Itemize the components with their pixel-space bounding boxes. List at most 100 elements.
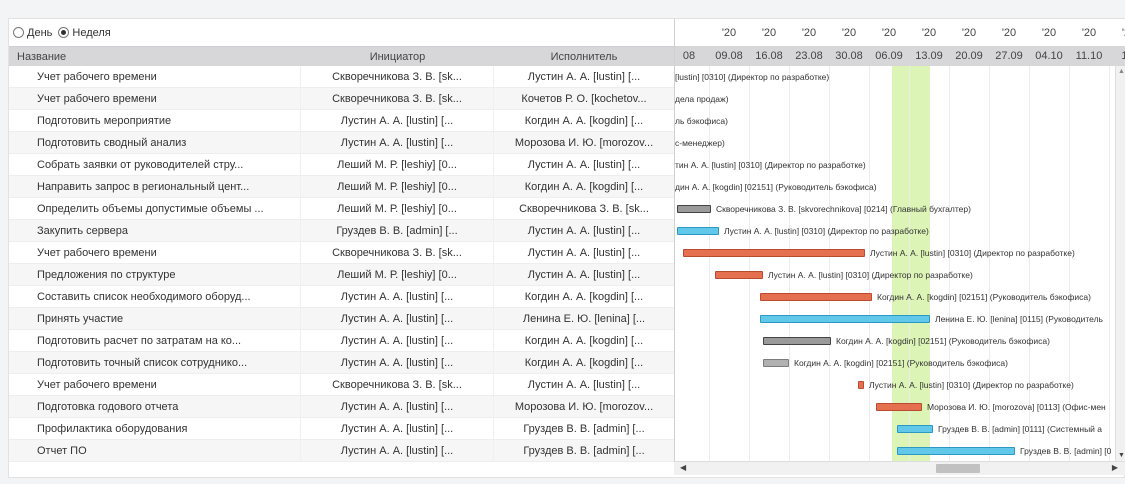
scroll-right-icon[interactable]: ▶: [1112, 463, 1118, 472]
task-name-cell: Принять участие: [9, 308, 301, 329]
scroll-left-icon[interactable]: ◀: [680, 463, 686, 472]
task-executor-cell: Лустин А. А. [lustin] [...: [527, 225, 641, 237]
task-bar[interactable]: [763, 337, 831, 345]
task-bar-label: Лустин А. А. [lustin] [0310] (Директор п…: [724, 226, 929, 236]
task-row[interactable]: Подготовить сводный анализ Лустин А. А. […: [9, 132, 674, 154]
task-executor-cell: Когдин А. А. [kogdin] [...: [524, 291, 644, 303]
task-initiator-cell: Лустин А. А. [lustin] [...: [301, 132, 494, 153]
task-name-cell: Предложения по структуре: [9, 264, 301, 285]
task-name-cell: Подготовка годового отчета: [9, 396, 301, 417]
task-name-cell: Отчет ПО: [9, 440, 301, 461]
column-header-initiator[interactable]: Инициатор: [301, 51, 494, 63]
task-row[interactable]: Предложения по структуре Леший М. Р. [les…: [9, 264, 674, 286]
task-bar-label: Груздев В. В. [admin] [0: [1020, 446, 1112, 456]
timeline-year-label: '20: [961, 27, 977, 39]
scroll-up-icon[interactable]: ▲: [1118, 68, 1125, 75]
task-row[interactable]: Направить запрос в региональный цент... Л…: [9, 176, 674, 198]
task-executor-cell: Скворечникова З. В. [sk...: [519, 203, 649, 215]
task-row[interactable]: Закупить сервера Груздев В. В. [admin] [.…: [9, 220, 674, 242]
timeline-year-label: '20: [921, 27, 937, 39]
radio-day-label: День: [27, 26, 53, 39]
task-row[interactable]: Учет рабочего времени Скворечникова З. В.…: [9, 242, 674, 264]
task-name-cell: Подготовить расчет по затратам на ко...: [9, 330, 301, 351]
scroll-down-icon[interactable]: ▼: [1118, 452, 1125, 459]
horizontal-scrollbar[interactable]: ◀ ▶: [674, 461, 1125, 475]
task-bar[interactable]: [683, 249, 865, 257]
task-name-cell: Собрать заявки от руководителей стру...: [9, 154, 301, 175]
task-row[interactable]: Учет рабочего времени Скворечникова З. В.…: [9, 88, 674, 110]
task-bar-label: Когдин А. А. [kogdin] [02151] (Руководит…: [877, 292, 1091, 302]
task-initiator-cell: Лустин А. А. [lustin] [...: [301, 440, 494, 461]
timeline-week-label: 11.10: [1069, 46, 1109, 66]
task-name-cell: Учет рабочего времени: [9, 66, 301, 87]
task-bar-label: Морозова И. Ю. [morozova] [0113] (Офис-м…: [927, 402, 1106, 412]
timeline-year-label: '20: [881, 27, 897, 39]
gantt-row: [lustin] [0310] (Директор по разработке): [675, 66, 1125, 88]
task-bar[interactable]: [677, 227, 719, 235]
column-header-executor[interactable]: Исполнитель: [494, 51, 674, 63]
gantt-row: ль бэкофиса): [675, 110, 1125, 132]
task-row[interactable]: Подготовка годового отчета Лустин А. А. […: [9, 396, 674, 418]
task-executor-cell: Груздев В. В. [admin] [...: [523, 423, 645, 435]
radio-day-indicator[interactable]: [13, 27, 24, 38]
timeline-scale: 08 '20 09.08 '20 16.08 '20 23.08 '20 30.08 '20 06.…: [675, 19, 1125, 66]
task-row[interactable]: Учет рабочего времени Скворечникова З. В.…: [9, 66, 674, 88]
timeline-week-label: 06.09: [869, 46, 909, 66]
timeline-year-label: '20: [1081, 27, 1097, 39]
task-executor-cell: Когдин А. А. [kogdin] [...: [524, 181, 644, 193]
task-initiator-cell: Леший М. Р. [leshiy] [0...: [301, 198, 494, 219]
task-bar[interactable]: [715, 271, 763, 279]
task-bar[interactable]: [897, 425, 933, 433]
task-bar[interactable]: [760, 293, 872, 301]
task-row[interactable]: Подготовить мероприятие Лустин А. А. [lus…: [9, 110, 674, 132]
task-executor-cell: Ленина Е. Ю. [lenina] [...: [522, 313, 646, 325]
gantt-app: День Неделя Название Инициатор Исполните…: [8, 18, 1125, 478]
timeline-year-label: '20: [1001, 27, 1017, 39]
task-executor-cell: Морозова И. Ю. [morozov...: [514, 137, 654, 149]
radio-week[interactable]: Неделя: [58, 27, 111, 39]
task-name-cell: Закупить сервера: [9, 220, 301, 241]
gantt-row: тин А. А. [lustin] [0310] (Директор по р…: [675, 154, 1125, 176]
task-bar[interactable]: [858, 381, 864, 389]
task-row[interactable]: Подготовить точный список сотруднико... Л…: [9, 352, 674, 374]
timeline-week-label: 16.08: [749, 46, 789, 66]
timeline-week-label: 23.08: [789, 46, 829, 66]
grid-rows: Учет рабочего времени Скворечникова З. В.…: [9, 66, 674, 462]
timeline-week-label: 30.08: [829, 46, 869, 66]
task-executor-cell: Лустин А. А. [lustin] [...: [527, 269, 641, 281]
task-row[interactable]: Собрать заявки от руководителей стру... Л…: [9, 154, 674, 176]
task-row[interactable]: Определить объемы допустимые объемы ... Л…: [9, 198, 674, 220]
task-executor-cell: Морозова И. Ю. [morozov...: [514, 401, 654, 413]
task-name-cell: Составить список необходимого оборуд...: [9, 286, 301, 307]
task-bar-label: Лустин А. А. [lustin] [0310] (Директор п…: [869, 380, 1074, 390]
task-bar-label: [lustin] [0310] (Директор по разработке): [675, 72, 830, 82]
timeline-year-label: '20: [1121, 27, 1125, 39]
vertical-scrollbar[interactable]: ▲ ▼: [1115, 66, 1125, 461]
task-bar[interactable]: [760, 315, 930, 323]
column-header-name[interactable]: Название: [9, 51, 301, 63]
grid-header: Название Инициатор Исполнитель: [9, 46, 674, 66]
horizontal-scroll-thumb[interactable]: [936, 464, 980, 473]
task-row[interactable]: Принять участие Лустин А. А. [lustin] [..…: [9, 308, 674, 330]
task-initiator-cell: Лустин А. А. [lustin] [...: [301, 418, 494, 439]
task-bar[interactable]: [763, 359, 789, 367]
task-row[interactable]: Учет рабочего времени Скворечникова З. В.…: [9, 374, 674, 396]
timeline-year-label: '20: [1041, 27, 1057, 39]
task-bar[interactable]: [897, 447, 1015, 455]
task-bar-label: тин А. А. [lustin] [0310] (Директор по р…: [675, 160, 866, 170]
task-name-cell: Определить объемы допустимые объемы ...: [9, 198, 301, 219]
radio-week-indicator[interactable]: [58, 27, 70, 38]
task-bar[interactable]: [876, 403, 922, 411]
gantt-row: Лустин А. А. [lustin] [0310] (Директор п…: [675, 220, 1125, 242]
task-row[interactable]: Отчет ПО Лустин А. А. [lustin] [... Грузде…: [9, 440, 674, 462]
task-row[interactable]: Профилактика оборудования Лустин А. А. [l…: [9, 418, 674, 440]
task-bar[interactable]: [677, 205, 711, 213]
gantt-chart: 08 '20 09.08 '20 16.08 '20 23.08 '20 30.08 '20 06.…: [674, 19, 1125, 461]
gantt-row: Когдин А. А. [kogdin] [02151] (Руководит…: [675, 286, 1125, 308]
task-row[interactable]: Подготовить расчет по затратам на ко... Л…: [9, 330, 674, 352]
task-row[interactable]: Составить список необходимого оборуд... Л…: [9, 286, 674, 308]
task-bar-label: ль бэкофиса): [675, 116, 728, 126]
task-bar-label: с-менеджер): [675, 138, 725, 148]
gantt-row: Лустин А. А. [lustin] [0310] (Директор п…: [675, 374, 1125, 396]
radio-day[interactable]: День: [13, 27, 52, 39]
